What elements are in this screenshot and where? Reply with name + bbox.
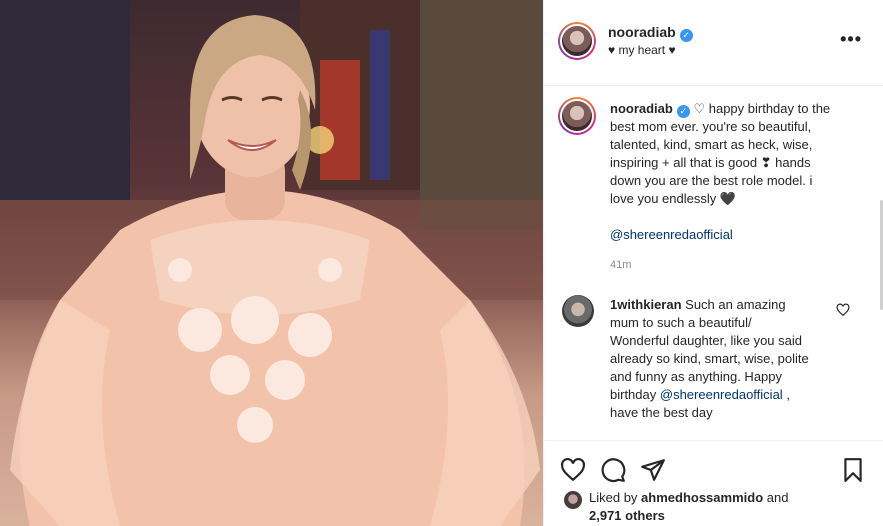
comment-text-line: and funny as anything. Happy [610, 369, 783, 384]
caption-text-line: down you are the best role model. i [610, 173, 813, 188]
comment-text-line: have the best day [610, 405, 713, 420]
comment-mention-link[interactable]: @shereenredaofficial [660, 387, 783, 402]
photo-illustration [0, 0, 543, 526]
caption-timestamp[interactable]: 41m [610, 259, 631, 271]
caption: nooradiab ✓ ♡ happy birthday to the best … [610, 100, 860, 244]
likes-user-link[interactable]: ahmedhossammido [641, 490, 763, 505]
likes-summary: Liked by ahmedhossammido and 2,971 other… [589, 489, 849, 525]
author-avatar[interactable] [558, 22, 596, 60]
verified-badge-icon: ✓ [679, 29, 693, 42]
likes-prefix: Liked by [589, 490, 638, 505]
post-sidebar: nooradiab ✓ ♥ my heart ♥ ••• nooradiab ✓ ♡… [543, 0, 883, 526]
likes-and: and [766, 490, 789, 505]
author-username[interactable]: nooradiab [608, 24, 676, 40]
heart-icon[interactable] [560, 457, 586, 483]
comment: 1withkieran Such an amazing mum to such … [610, 296, 840, 422]
verified-badge-icon: ✓ [676, 105, 690, 118]
caption-avatar[interactable] [558, 97, 596, 135]
caption-text-line: love you endlessly 🖤 [610, 191, 737, 206]
likes-others-link[interactable]: 2,971 others [589, 508, 665, 523]
caption-text-line: ♡ happy birthday to the [693, 101, 831, 116]
caption-text-line: inspiring + all that is good ❣ hands [610, 155, 811, 170]
comment-text-line: mum to such a beautiful/ [610, 315, 752, 330]
post-photo[interactable] [0, 0, 543, 526]
comment-like-heart-icon[interactable] [836, 303, 850, 317]
comment-username[interactable]: 1withkieran [610, 297, 682, 312]
bookmark-icon[interactable] [840, 457, 866, 483]
comment-text-line: Wonderful daughter, like you said [610, 333, 802, 348]
caption-mention-link[interactable]: @shereenredaofficial [610, 226, 860, 244]
caption-text-line: best mom ever. you're so beautiful, [610, 119, 812, 134]
comment-text-line: birthday [610, 387, 657, 402]
caption-text-line: talented, kind, smart as heck, wise, [610, 137, 813, 152]
location-subtitle[interactable]: ♥ my heart ♥ [608, 43, 676, 57]
post-actions: Liked by ahmedhossammido and 2,971 other… [544, 440, 883, 526]
commenter-avatar[interactable] [562, 295, 594, 327]
paper-plane-icon[interactable] [640, 457, 666, 483]
liker-avatar[interactable] [564, 491, 582, 509]
comment-icon[interactable] [600, 457, 626, 483]
more-options-button[interactable]: ••• [840, 29, 862, 50]
caption-username[interactable]: nooradiab [610, 101, 673, 116]
comment-text-line: , [786, 387, 790, 402]
comment-text-line: already so kind, smart, wise, polite [610, 351, 809, 366]
post-header: nooradiab ✓ ♥ my heart ♥ ••• [544, 0, 883, 86]
comment-text-line: Such an amazing [685, 297, 786, 312]
comments-list[interactable]: nooradiab ✓ ♡ happy birthday to the best … [544, 87, 883, 440]
